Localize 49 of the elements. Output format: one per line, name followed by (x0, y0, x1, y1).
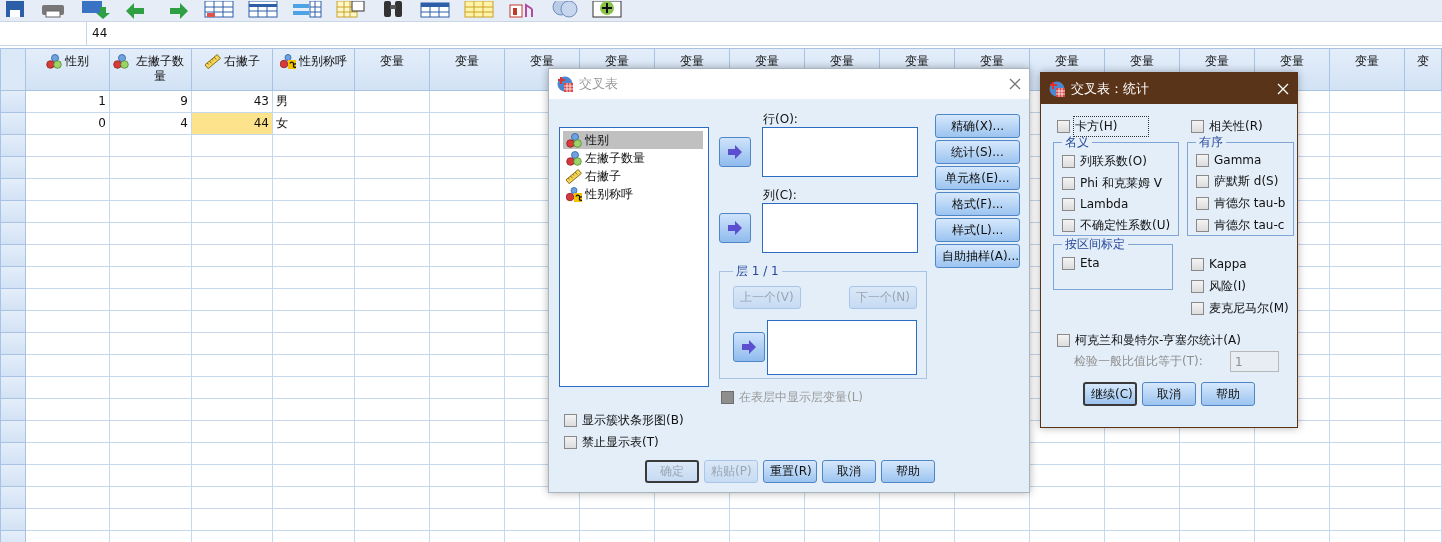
column-header-label: 变量 (380, 54, 404, 69)
checkbox-label: 肯德尔 tau-b (1214, 194, 1286, 212)
field-label: 列(C): (763, 187, 798, 203)
checkbox-label: Lambda (1080, 197, 1129, 211)
column-header-label: 变量 (905, 54, 929, 69)
checkbox-label: Kappa (1209, 257, 1247, 271)
column-header-label: 变量 (1205, 54, 1229, 69)
column-header-label: 变量 (1280, 54, 1304, 69)
list-item-label: 性别 (585, 131, 609, 149)
column-header-label: 变量 (680, 54, 704, 69)
list-item-label: 左撇子数量 (585, 149, 645, 167)
list-item-label: 性别称呼 (585, 185, 633, 203)
checkbox-label: 肯德尔 tau-c (1214, 216, 1285, 234)
column-header-label: 变量 (605, 54, 629, 69)
column-header-label: 右撇子 (223, 54, 260, 69)
field-label: 行(O): (763, 111, 799, 127)
checkbox-label: 萨默斯 d(S) (1214, 172, 1279, 190)
column-header-label: 性别 (65, 54, 89, 69)
checkbox-label: 不确定性系数(U) (1080, 216, 1171, 234)
column-header-label: 变量 (1355, 54, 1379, 69)
column-header-label: 变量 (1130, 54, 1154, 69)
field-label: 检验一般比值比等于(T): (1074, 353, 1203, 370)
checkbox-label: 相关性(R) (1209, 117, 1263, 135)
column-header-label: 变量 (755, 54, 779, 69)
checkbox-label: Phi 和克莱姆 V (1080, 174, 1162, 192)
column-header-label: 性别称呼 (299, 54, 347, 69)
column-header-label: 左撇子数量 (135, 54, 185, 84)
checkbox-label: 麦克尼马尔(M) (1209, 299, 1289, 317)
checkbox-label: 列联系数(O) (1080, 152, 1147, 170)
column-header-label: 变量 (455, 54, 479, 69)
checkbox-label: Gamma (1214, 153, 1262, 167)
checkbox-label: Eta (1080, 256, 1100, 270)
group-title: 层 1 / 1 (735, 263, 780, 280)
checkbox-label: 禁止显示表(T) (582, 433, 659, 451)
checkbox-label: 在表层中显示层变量(L) (739, 388, 864, 406)
group-title: 按区间标定 (1064, 236, 1126, 253)
group-title: 名义 (1064, 134, 1090, 151)
checkbox-label: 柯克兰和曼特尔-亨塞尔统计(A) (1075, 331, 1241, 349)
window-title: 交叉表 (579, 75, 618, 93)
checkbox-label: 风险(I) (1209, 277, 1246, 295)
column-header-label: 变量 (530, 54, 554, 69)
list-item-label: 右撇子 (585, 167, 621, 185)
checkbox-label: 卡方(H) (1075, 117, 1148, 135)
checkbox-label: 显示簇状条形图(B) (582, 411, 684, 429)
column-header-label: 变量 (980, 54, 1004, 69)
column-header-label: 变量 (830, 54, 854, 69)
column-header-label: 变 (1417, 54, 1429, 69)
group-title: 有序 (1198, 134, 1224, 151)
column-header-label: 变量 (1055, 54, 1079, 69)
